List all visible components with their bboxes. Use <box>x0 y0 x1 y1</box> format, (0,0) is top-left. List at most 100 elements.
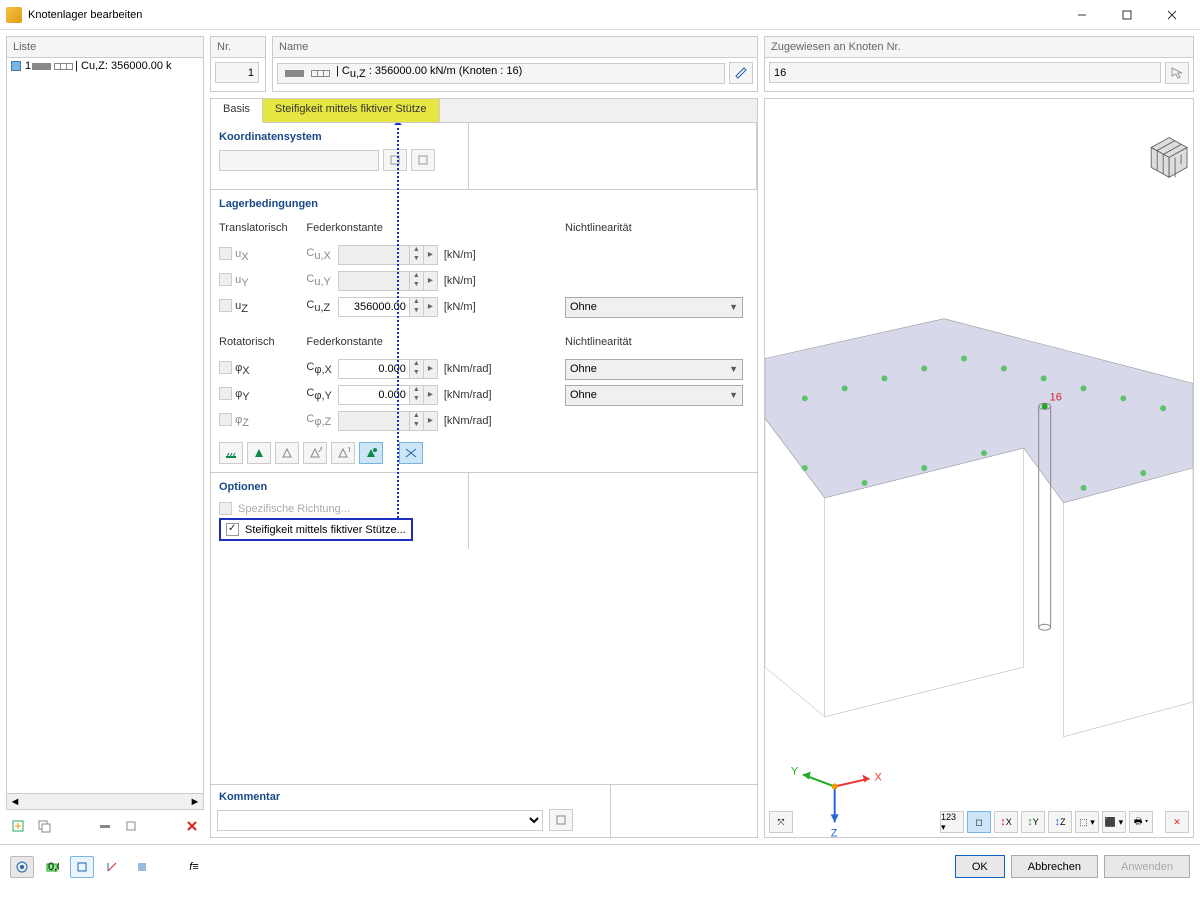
spring-phix-input[interactable] <box>338 359 410 379</box>
minimize-button[interactable] <box>1059 0 1104 30</box>
support-type-button[interactable]: X <box>303 442 327 464</box>
preview-tool-button[interactable]: ⤧ <box>769 811 793 833</box>
support-type-button[interactable] <box>275 442 299 464</box>
preview-tool-button[interactable]: ↕Z <box>1048 811 1072 833</box>
coord-title: Koordinatensystem <box>219 131 460 143</box>
support-type-button[interactable]: Y <box>331 442 355 464</box>
bottom-tool-button[interactable] <box>100 856 124 878</box>
coord-button[interactable] <box>411 149 435 171</box>
spring-uy-input <box>338 271 410 291</box>
list-item-num: 1 <box>25 60 31 72</box>
close-button[interactable] <box>1149 0 1194 30</box>
nonlin-uz-select[interactable]: Ohne▼ <box>565 297 743 318</box>
col-spring: Federkonstante <box>306 216 497 242</box>
pick-nodes-button[interactable] <box>1165 62 1189 84</box>
preview-tool-button[interactable]: 🖶 ▾ <box>1129 811 1153 833</box>
svg-text:0,00: 0,00 <box>48 861 59 873</box>
col-translational: Translatorisch <box>219 216 306 242</box>
row-uz: uZ Cu,Z ▲▼▸ [kN/m] Ohne▼ <box>219 294 749 320</box>
checkbox-uz[interactable] <box>219 299 232 312</box>
preview-tool-button[interactable]: ◻ <box>967 811 991 833</box>
tab-stiffness[interactable]: Steifigkeit mittels fiktiver Stütze <box>263 99 440 122</box>
preview-tool-button[interactable]: ⬚ ▾ <box>1075 811 1099 833</box>
ok-button[interactable]: OK <box>955 855 1005 878</box>
checkbox-phix[interactable] <box>219 361 232 374</box>
checkbox-phiy[interactable] <box>219 387 232 400</box>
apply-button[interactable]: Anwenden <box>1104 855 1190 878</box>
row-ux: uX Cu,X ▲▼▸ [kN/m] <box>219 242 749 268</box>
support-title: Lagerbedingungen <box>219 198 749 210</box>
checkbox-uy[interactable] <box>219 273 232 286</box>
checkbox-phiz[interactable] <box>219 413 232 426</box>
list-hscroll[interactable]: ◄► <box>6 794 204 810</box>
support-symbol-icon <box>33 63 51 70</box>
row-phix: φX Cφ,X ▲▼▸ [kNm/rad] Ohne▼ <box>219 356 749 382</box>
units-button[interactable]: 0,00 <box>40 856 64 878</box>
tool-button[interactable] <box>93 815 117 837</box>
preview-reset-button[interactable]: ✕ <box>1165 811 1189 833</box>
cancel-button[interactable]: Abbrechen <box>1011 855 1098 878</box>
tool-button[interactable] <box>119 815 143 837</box>
comment-select[interactable] <box>217 810 543 831</box>
preview-tool-button[interactable]: ⬛ ▾ <box>1102 811 1126 833</box>
number-panel: Nr. <box>210 36 266 92</box>
name-header: Name <box>273 37 757 58</box>
preview-tool-button[interactable]: ↕Y <box>1021 811 1045 833</box>
checkbox-ux[interactable] <box>219 247 232 260</box>
svg-text:X: X <box>874 772 882 784</box>
name-value: | Cu,Z : 356000.00 kN/m (Knoten : 16) <box>277 63 725 84</box>
node-label: 16 <box>1050 391 1062 403</box>
preview-3d[interactable]: 16 X Y Z ⤧ 123 ▾ ◻ ↕X ↕Y <box>764 98 1194 838</box>
row-phiz: φZ Cφ,Z ▲▼▸ [kNm/rad] <box>219 408 749 434</box>
nonlin-phix-select[interactable]: Ohne▼ <box>565 359 743 380</box>
comment-title: Kommentar <box>211 785 610 803</box>
options-title: Optionen <box>219 481 460 493</box>
help-button[interactable] <box>10 856 34 878</box>
preview-tool-button[interactable]: ↕X <box>994 811 1018 833</box>
copy-button[interactable] <box>32 815 56 837</box>
nonlin-phiy-select[interactable]: Ohne▼ <box>565 385 743 406</box>
spring-phiz-input <box>338 411 410 431</box>
assign-panel: Zugewiesen an Knoten Nr. <box>764 36 1194 92</box>
number-input[interactable] <box>215 62 259 83</box>
delete-button[interactable] <box>180 815 204 837</box>
list-item[interactable]: 1 | Cu,Z : 356000.00 k <box>7 58 203 74</box>
name-panel: Name | Cu,Z : 356000.00 kN/m (Knoten : 1… <box>272 36 758 92</box>
number-header: Nr. <box>211 37 265 58</box>
spring-uz-input[interactable] <box>338 297 410 317</box>
checkbox-stiffness[interactable] <box>226 523 239 536</box>
svg-text:Y: Y <box>346 447 350 455</box>
support-type-button[interactable] <box>219 442 243 464</box>
support-symbol-icon <box>312 70 330 77</box>
row-uy: uY Cu,Y ▲▼▸ [kN/m] <box>219 268 749 294</box>
list-item-label: | C <box>75 60 89 72</box>
bottom-bar: 0,00 f≡ OK Abbrechen Anwenden <box>0 844 1200 888</box>
spring-phiy-input[interactable] <box>338 385 410 405</box>
new-button[interactable] <box>6 815 30 837</box>
tab-basis[interactable]: Basis <box>211 99 263 123</box>
assign-header: Zugewiesen an Knoten Nr. <box>765 37 1193 58</box>
coord-button[interactable] <box>383 149 407 171</box>
tabs: Basis Steifigkeit mittels fiktiver Stütz… <box>211 99 757 123</box>
maximize-button[interactable] <box>1104 0 1149 30</box>
spin-buttons[interactable]: ▲▼ <box>410 297 424 317</box>
support-type-button[interactable] <box>247 442 271 464</box>
preview-tool-button[interactable]: 123 ▾ <box>940 811 964 833</box>
edit-name-button[interactable] <box>729 62 753 84</box>
more-button[interactable]: ▸ <box>424 297 438 317</box>
support-type-button[interactable] <box>359 442 383 464</box>
window-title: Knotenlager bearbeiten <box>28 9 1059 21</box>
app-icon <box>6 7 22 23</box>
formula-button[interactable]: f≡ <box>182 856 206 878</box>
spring-ux-input <box>338 245 410 265</box>
option-stiffness-label[interactable]: Steifigkeit mittels fiktiver Stütze... <box>245 524 406 536</box>
bottom-tool-button[interactable] <box>70 856 94 878</box>
bottom-tool-button[interactable] <box>130 856 154 878</box>
assign-input[interactable] <box>769 62 1161 83</box>
support-symbol-icon <box>55 63 73 70</box>
svg-text:X: X <box>318 447 322 455</box>
svg-text:Y: Y <box>791 766 799 778</box>
comment-library-button[interactable] <box>549 809 573 831</box>
support-custom-button[interactable] <box>399 442 423 464</box>
col-nonlinearity: Nichtlinearität <box>565 216 749 242</box>
